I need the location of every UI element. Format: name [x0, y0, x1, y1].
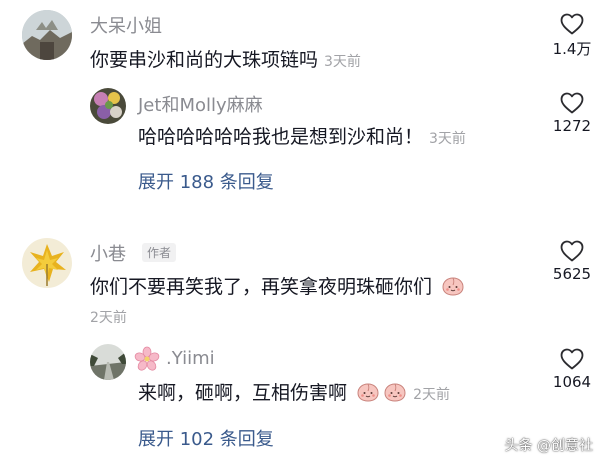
- like-button[interactable]: 1064: [545, 348, 599, 391]
- reply-time: 2天前: [413, 387, 450, 403]
- comment-body: 你要串沙和尚的大珠项链吗: [90, 49, 319, 71]
- comment-username[interactable]: 小巷: [90, 240, 126, 266]
- reply-text: 来啊，砸啊，互相伤害啊 2天前: [138, 378, 450, 405]
- reply-username[interactable]: .Yiimi: [166, 348, 215, 369]
- heart-outline-icon: [560, 92, 584, 114]
- reply-body: 哈哈哈哈哈哈我也是想到沙和尚！: [138, 126, 424, 148]
- cherry-blossom-icon: [134, 346, 160, 372]
- watermark: 头条 @创意社: [504, 438, 593, 454]
- like-button[interactable]: 1272: [545, 92, 599, 135]
- heart-outline-icon: [560, 13, 584, 35]
- reply-time: 3天前: [429, 131, 466, 147]
- like-count: 1064: [552, 373, 592, 391]
- like-count: 5625: [552, 265, 592, 283]
- heart-outline-icon: [560, 240, 584, 262]
- comment-time: 2天前: [90, 310, 127, 326]
- like-count: 1272: [552, 117, 592, 135]
- comment-text: 你要串沙和尚的大珠项链吗 3天前: [90, 45, 361, 72]
- comment-username[interactable]: 大呆小姐: [90, 12, 162, 38]
- author-badge: 作者: [142, 243, 177, 262]
- reply-username[interactable]: Jet和Molly麻麻: [138, 91, 263, 117]
- expand-replies-link[interactable]: 展开 102 条回复: [138, 425, 274, 451]
- peach-face-emoji-icon: [384, 383, 406, 402]
- like-button[interactable]: 5625: [545, 240, 599, 283]
- comment-time: 3天前: [324, 54, 361, 70]
- comment-body: 你们不要再笑我了，再笑拿夜明珠砸你们: [90, 276, 433, 298]
- reply-avatar[interactable]: [90, 88, 126, 124]
- comment-text: 你们不要再笑我了，再笑拿夜明珠砸你们: [90, 272, 465, 299]
- avatar[interactable]: [22, 238, 72, 288]
- reply-avatar[interactable]: [90, 344, 126, 380]
- like-count: 1.4万: [552, 40, 592, 58]
- reply-text: 哈哈哈哈哈哈我也是想到沙和尚！ 3天前: [138, 122, 466, 149]
- avatar-image-icon: [90, 88, 126, 124]
- like-button[interactable]: 1.4万: [545, 13, 599, 59]
- reply-body: 来啊，砸啊，互相伤害啊: [138, 382, 348, 404]
- avatar-image-icon: [90, 344, 126, 380]
- peach-face-emoji-icon: [357, 383, 379, 402]
- avatar-image-icon: [22, 10, 72, 60]
- expand-replies-link[interactable]: 展开 188 条回复: [138, 168, 274, 194]
- peach-face-emoji-icon: [442, 277, 464, 296]
- avatar[interactable]: [22, 10, 72, 60]
- avatar-image-icon: [22, 238, 72, 288]
- heart-outline-icon: [560, 348, 584, 370]
